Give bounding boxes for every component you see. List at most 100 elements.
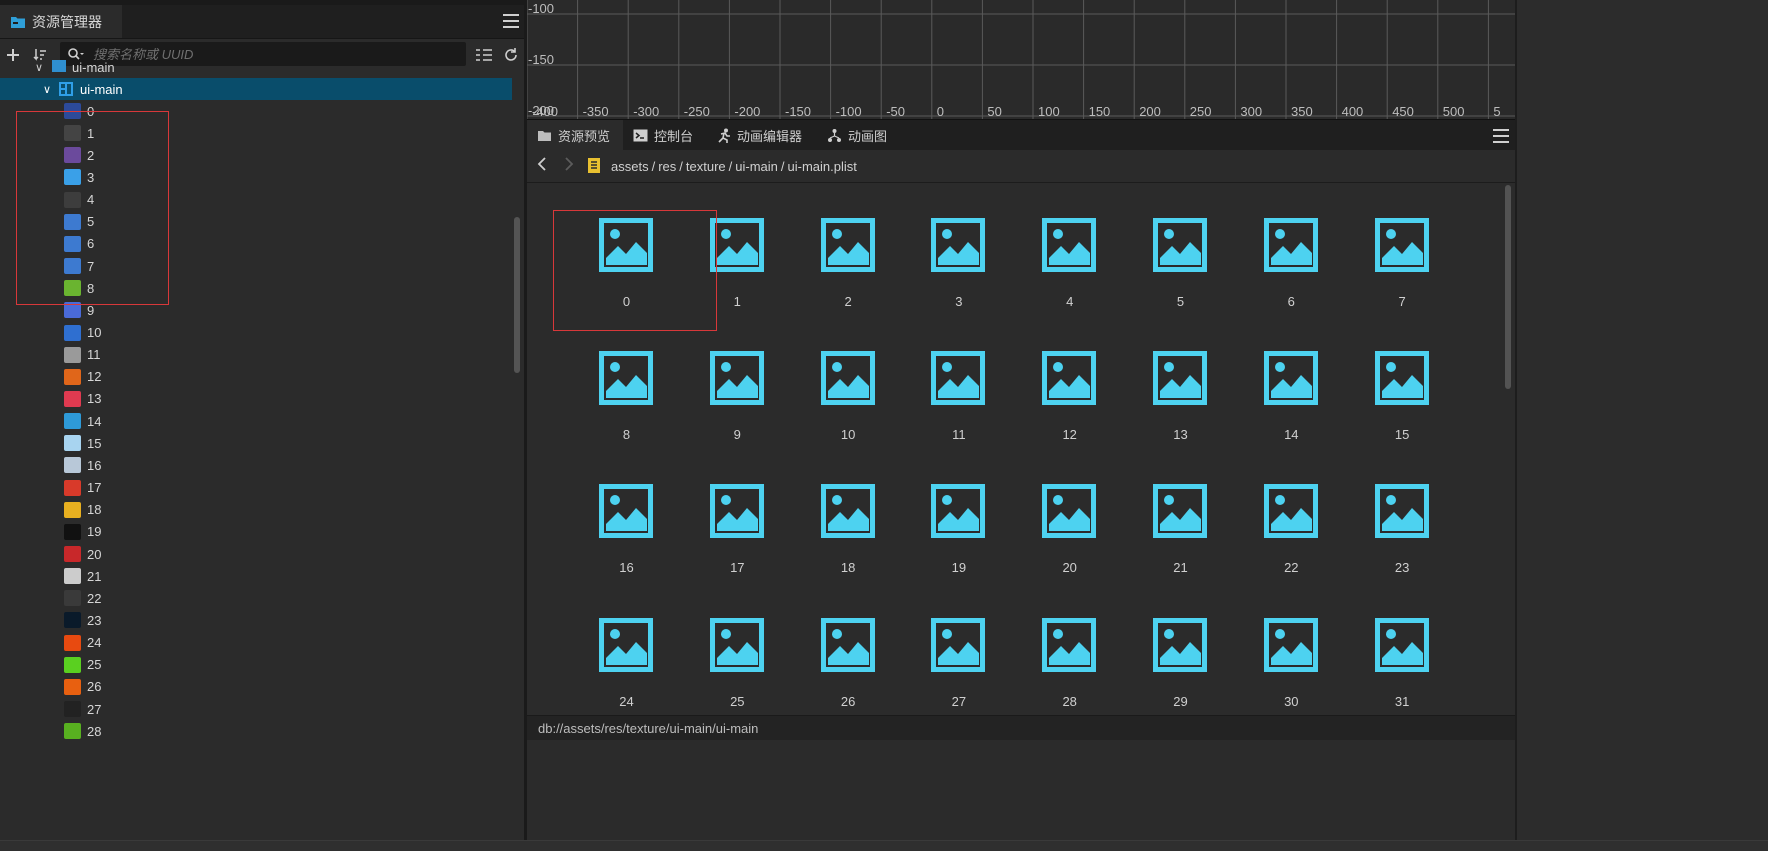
- asset-tile[interactable]: 18: [775, 446, 885, 579]
- tree-row-sprite-5[interactable]: 5: [0, 211, 512, 233]
- tree-row-sprite-21[interactable]: 21: [0, 565, 512, 587]
- chevron-down-icon[interactable]: ∨: [35, 61, 43, 74]
- asset-tile[interactable]: 17: [664, 446, 774, 579]
- tree-row-sprite-15[interactable]: 15: [0, 432, 512, 454]
- tab-animation-editor[interactable]: 动画编辑器: [707, 120, 812, 150]
- asset-tile[interactable]: 28: [996, 580, 1106, 713]
- asset-tile[interactable]: 14: [1218, 313, 1328, 446]
- asset-tile[interactable]: 20: [996, 446, 1106, 579]
- asset-tile[interactable]: 2: [775, 182, 885, 313]
- tree-row-sprite-26[interactable]: 26: [0, 676, 512, 698]
- bottom-bar: [0, 840, 1768, 851]
- tree-row-sprite-10[interactable]: 10: [0, 322, 512, 344]
- asset-tile[interactable]: 10: [775, 313, 885, 446]
- tab-asset-preview[interactable]: 资源预览: [527, 120, 623, 150]
- image-icon: [931, 351, 986, 406]
- sprite-thumbnail-icon: [64, 523, 81, 540]
- sprite-thumbnail-icon: [64, 590, 81, 607]
- tree-row-sprite-19[interactable]: 19: [0, 521, 512, 543]
- asset-tile[interactable]: 8: [553, 313, 663, 446]
- asset-tile[interactable]: 21: [1107, 446, 1217, 579]
- asset-tile[interactable]: 30: [1218, 580, 1328, 713]
- tree-row-sprite-7[interactable]: 7: [0, 255, 512, 277]
- tree-row-sprite-20[interactable]: 20: [0, 543, 512, 565]
- asset-tile[interactable]: 26: [775, 580, 885, 713]
- tree-row-sprite-16[interactable]: 16: [0, 454, 512, 476]
- tree-row-sprite-1[interactable]: 1: [0, 122, 512, 144]
- tab-assets-label: 资源管理器: [32, 13, 102, 30]
- asset-tile[interactable]: 11: [885, 313, 995, 446]
- menu-icon[interactable]: [1493, 129, 1509, 143]
- asset-tile[interactable]: 29: [1107, 580, 1217, 713]
- tree-row-sprite-2[interactable]: 2: [0, 144, 512, 166]
- asset-tile[interactable]: 7: [1329, 182, 1439, 313]
- tree-row-sprite-27[interactable]: 27: [0, 698, 512, 720]
- breadcrumb-segment[interactable]: ui-main: [735, 159, 778, 174]
- tree-row-sprite-8[interactable]: 8: [0, 277, 512, 299]
- preview-scrollbar[interactable]: [1505, 185, 1511, 389]
- tree-row-sprite-13[interactable]: 13: [0, 388, 512, 410]
- tree-scrollbar[interactable]: [514, 217, 520, 373]
- asset-tile[interactable]: 9: [664, 313, 774, 446]
- tree-row-sprite-4[interactable]: 4: [0, 189, 512, 211]
- scene-view[interactable]: -400 -350 -300 -250 -200 -150 -100 -50 0 50 100 150…: [527, 0, 1515, 119]
- chevron-down-icon[interactable]: ∨: [43, 83, 51, 96]
- tree-row-ui-main-folder[interactable]: ∨ ui-main: [0, 56, 512, 78]
- asset-tile[interactable]: 27: [885, 580, 995, 713]
- asset-tile[interactable]: 0: [553, 182, 663, 313]
- asset-tile[interactable]: 31: [1329, 580, 1439, 713]
- asset-tile[interactable]: 16: [553, 446, 663, 579]
- scene-x-tick-label: -50: [886, 104, 905, 119]
- asset-tile[interactable]: 19: [885, 446, 995, 579]
- tree-row-sprite-9[interactable]: 9: [0, 299, 512, 321]
- asset-tile[interactable]: 4: [996, 182, 1106, 313]
- tree-row-sprite-25[interactable]: 25: [0, 654, 512, 676]
- sprite-thumbnail-icon: [64, 501, 81, 518]
- tree-row-sprite-18[interactable]: 18: [0, 499, 512, 521]
- tree-row-sprite-23[interactable]: 23: [0, 609, 512, 631]
- asset-tile[interactable]: 3: [885, 182, 995, 313]
- tree-row-sprite-12[interactable]: 12: [0, 366, 512, 388]
- tree-row-sprite-3[interactable]: 3: [0, 166, 512, 188]
- tree-row-sprite-0[interactable]: 0: [0, 100, 512, 122]
- tree-row-sprite-6[interactable]: 6: [0, 233, 512, 255]
- breadcrumb-segment[interactable]: texture: [686, 159, 726, 174]
- asset-tile[interactable]: 15: [1329, 313, 1439, 446]
- asset-tile[interactable]: 23: [1329, 446, 1439, 579]
- tree-row-ui-main-plist[interactable]: ∨ ui-main: [0, 78, 512, 100]
- tree-row-sprite-24[interactable]: 24: [0, 632, 512, 654]
- asset-tile[interactable]: 5: [1107, 182, 1217, 313]
- asset-tile[interactable]: 25: [664, 580, 774, 713]
- tree-row-label: 18: [87, 502, 102, 518]
- breadcrumb-segment[interactable]: ui-main.plist: [788, 159, 857, 174]
- asset-tile[interactable]: 13: [1107, 313, 1217, 446]
- breadcrumb-segment[interactable]: assets: [611, 159, 649, 174]
- tab-assets[interactable]: 资源管理器: [0, 5, 122, 38]
- asset-tile[interactable]: 12: [996, 313, 1106, 446]
- asset-tile[interactable]: 1: [664, 182, 774, 313]
- tree-row-sprite-14[interactable]: 14: [0, 410, 512, 432]
- back-icon[interactable]: [537, 157, 547, 174]
- tree-row-sprite-28[interactable]: 28: [0, 720, 512, 742]
- breadcrumb-separator: /: [728, 158, 733, 174]
- scene-x-tick-label: 300: [1240, 104, 1262, 119]
- scene-x-tick-label: -200: [734, 104, 760, 119]
- sprite-thumbnail-icon: [64, 235, 81, 252]
- tree-row-sprite-11[interactable]: 11: [0, 344, 512, 366]
- breadcrumb-segment[interactable]: res: [658, 159, 676, 174]
- sprite-thumbnail-icon: [64, 280, 81, 297]
- sprite-thumbnail-icon: [64, 368, 81, 385]
- tree-row-sprite-17[interactable]: 17: [0, 477, 512, 499]
- tree-row-sprite-22[interactable]: 22: [0, 587, 512, 609]
- asset-tile[interactable]: 24: [553, 580, 663, 713]
- tab-animation-graph[interactable]: 动画图: [817, 120, 897, 150]
- menu-icon[interactable]: [503, 14, 519, 28]
- tree-row-label: 9: [87, 302, 95, 318]
- tree-row-label: 7: [87, 258, 95, 274]
- forward-icon[interactable]: [564, 157, 574, 174]
- asset-tile[interactable]: 22: [1218, 446, 1328, 579]
- asset-tile[interactable]: 6: [1218, 182, 1328, 313]
- tree-row-label: 8: [87, 280, 95, 296]
- assets-tab-bar: 资源管理器: [0, 5, 524, 39]
- tab-console[interactable]: 控制台: [623, 120, 703, 150]
